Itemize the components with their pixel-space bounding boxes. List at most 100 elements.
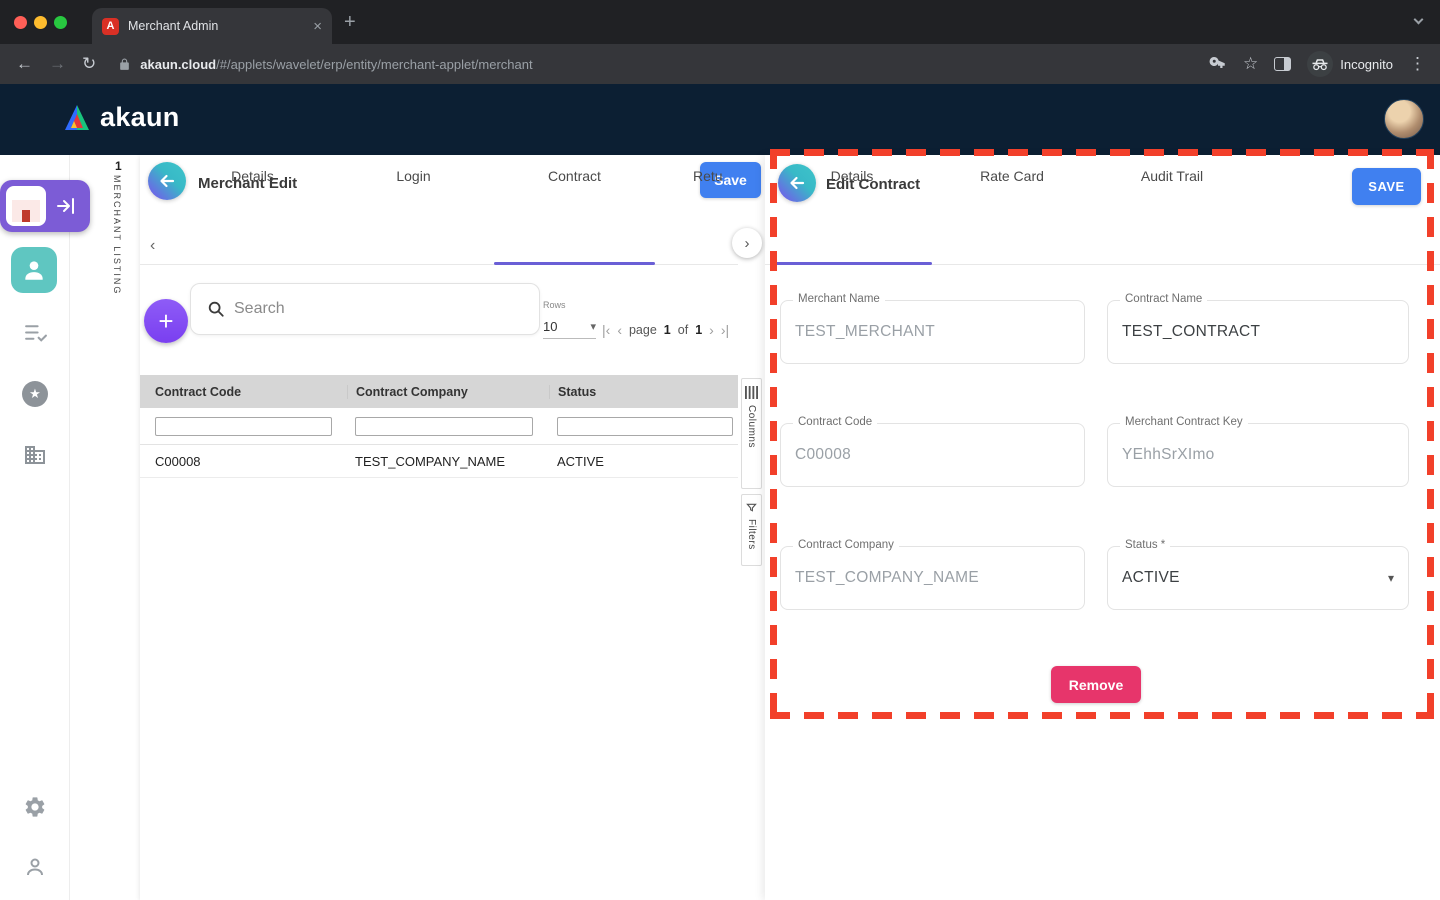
rows-caret-icon: ▾ bbox=[590, 320, 596, 333]
side-panel-icon[interactable] bbox=[1274, 57, 1291, 71]
column-header-contract-code[interactable]: Contract Code bbox=[140, 385, 347, 399]
filter-input-status[interactable] bbox=[557, 417, 733, 436]
edit-contract-panel: Edit Contract SAVE Details Rate Card Aud… bbox=[765, 155, 1440, 900]
search-input[interactable] bbox=[234, 300, 474, 318]
cell-status: ACTIVE bbox=[549, 454, 738, 469]
sidebar-item-profile[interactable] bbox=[0, 855, 70, 879]
active-tab-underline bbox=[494, 262, 655, 265]
akaun-logo[interactable]: akaun bbox=[62, 102, 180, 133]
contract-company-field: Contract Company TEST_COMPANY_NAME bbox=[780, 546, 1085, 610]
forward-icon[interactable]: → bbox=[49, 54, 66, 74]
merchant-edit-panel: Merchant Edit Save ‹ Details Login Contr… bbox=[140, 155, 765, 900]
table-filter-row bbox=[140, 408, 738, 445]
annotation-border-right bbox=[1427, 149, 1434, 719]
tab-audit-trail[interactable]: Audit Trail bbox=[1092, 155, 1252, 197]
merchant-name-field: Merchant Name TEST_MERCHANT bbox=[780, 300, 1085, 364]
browser-address-bar: ← → ↻ akaun.cloud/#/applets/wavelet/erp/… bbox=[0, 44, 1440, 84]
rows-value: 10 bbox=[543, 319, 557, 334]
filters-tool-button[interactable]: Filters bbox=[741, 494, 762, 566]
chevron-right-icon: › bbox=[745, 235, 750, 252]
tab-close-icon[interactable]: × bbox=[313, 19, 322, 34]
rows-per-page-select[interactable]: 10 ▾ bbox=[543, 315, 596, 339]
tabs-scroll-left-icon[interactable]: ‹ bbox=[150, 237, 155, 255]
passwords-key-icon[interactable] bbox=[1209, 53, 1227, 76]
address-bar-actions: ☆ Incognito ⋮ bbox=[1209, 51, 1440, 77]
breadcrumb-vertical-label: MERCHANT LISTING bbox=[112, 175, 122, 295]
tabs-scroll-right-button[interactable]: › bbox=[732, 228, 762, 258]
funnel-icon bbox=[746, 502, 757, 513]
incognito-label: Incognito bbox=[1340, 57, 1393, 72]
store-applet-icon bbox=[6, 186, 46, 226]
of-word: of bbox=[678, 323, 688, 337]
tab-login[interactable]: Login bbox=[333, 155, 494, 197]
status-dropdown-caret-icon[interactable]: ▾ bbox=[1388, 571, 1394, 585]
status-field[interactable]: Status * ACTIVE ▾ bbox=[1107, 546, 1409, 610]
lock-icon[interactable] bbox=[118, 58, 131, 71]
list-check-icon bbox=[23, 320, 48, 345]
edit-contract-tabs bbox=[765, 223, 1440, 265]
tab-title: Merchant Admin bbox=[128, 19, 304, 33]
prev-page-icon[interactable]: ‹ bbox=[617, 322, 622, 338]
gear-icon bbox=[23, 795, 47, 819]
columns-icon bbox=[745, 386, 758, 399]
merchant-name-value: TEST_MERCHANT bbox=[795, 301, 935, 363]
new-tab-button[interactable]: + bbox=[344, 11, 356, 34]
browser-menu-icon[interactable]: ⋮ bbox=[1409, 54, 1426, 74]
sidebar-item-settings[interactable] bbox=[0, 795, 70, 819]
cell-contract-company: TEST_COMPANY_NAME bbox=[347, 454, 549, 469]
next-page-icon[interactable]: › bbox=[709, 322, 714, 338]
columns-tool-button[interactable]: Columns bbox=[741, 378, 762, 489]
vertical-breadcrumb-column: 1 MERCHANT LISTING bbox=[70, 155, 140, 900]
reload-icon[interactable]: ↻ bbox=[82, 54, 96, 74]
first-page-icon[interactable]: |‹ bbox=[602, 322, 610, 338]
filter-input-contract-code[interactable] bbox=[155, 417, 332, 436]
contract-code-field: Contract Code C00008 bbox=[780, 423, 1085, 487]
merchant-contract-key-field: Merchant Contract Key YEhhSrXImo bbox=[1107, 423, 1409, 487]
window-close-button[interactable] bbox=[14, 16, 27, 29]
column-header-status[interactable]: Status bbox=[549, 385, 738, 399]
tab-contract[interactable]: Contract bbox=[494, 155, 655, 197]
window-minimize-button[interactable] bbox=[34, 16, 47, 29]
sidebar-item-merchant-user[interactable] bbox=[11, 247, 57, 293]
annotation-border-top bbox=[770, 149, 1434, 156]
contract-code-value: C00008 bbox=[795, 424, 851, 486]
breadcrumb-step-badge: 1 bbox=[115, 159, 122, 173]
contract-name-field[interactable]: Contract Name TEST_CONTRACT bbox=[1107, 300, 1409, 364]
column-header-contract-company[interactable]: Contract Company bbox=[347, 385, 549, 399]
url-path: /#/applets/wavelet/erp/entity/merchant-a… bbox=[216, 57, 533, 72]
add-contract-button[interactable]: + bbox=[144, 299, 188, 343]
sidebar-item-organization[interactable] bbox=[0, 443, 70, 467]
incognito-badge: Incognito bbox=[1307, 51, 1393, 77]
browser-tab[interactable]: A Merchant Admin × bbox=[92, 8, 332, 44]
tab-rate-card[interactable]: Rate Card bbox=[932, 155, 1092, 197]
active-tab-underline bbox=[772, 262, 932, 265]
status-value: ACTIVE bbox=[1122, 547, 1180, 609]
star-circle-icon: ★ bbox=[22, 381, 48, 407]
cell-contract-code: C00008 bbox=[140, 454, 347, 469]
tab-details[interactable]: Details bbox=[172, 155, 333, 197]
tab-returns-truncated[interactable]: Retu bbox=[655, 155, 775, 197]
last-page-icon[interactable]: ›| bbox=[721, 322, 729, 338]
sidebar-item-listing[interactable] bbox=[0, 320, 70, 345]
tab-search-chevron-icon[interactable] bbox=[1414, 15, 1424, 25]
annotation-border-left bbox=[770, 149, 777, 719]
remove-button[interactable]: Remove bbox=[1051, 666, 1141, 703]
contract-save-button[interactable]: SAVE bbox=[1352, 168, 1421, 205]
pagination: |‹ ‹ page 1 of 1 › ›| bbox=[602, 320, 729, 340]
sidebar-item-merchant-applet[interactable] bbox=[0, 180, 90, 232]
tab-contract-details[interactable]: Details bbox=[772, 155, 932, 197]
table-row[interactable]: C00008 TEST_COMPANY_NAME ACTIVE bbox=[140, 445, 738, 478]
sidebar-item-favourites[interactable]: ★ bbox=[0, 381, 70, 407]
user-avatar[interactable] bbox=[1384, 99, 1424, 139]
bookmark-star-icon[interactable]: ☆ bbox=[1243, 54, 1258, 74]
contract-name-value[interactable]: TEST_CONTRACT bbox=[1122, 301, 1260, 363]
back-icon[interactable]: ← bbox=[16, 54, 33, 74]
browser-tab-strip: A Merchant Admin × + bbox=[0, 0, 1440, 44]
app-header: akaun bbox=[0, 84, 1440, 155]
rows-label: Rows bbox=[543, 300, 566, 310]
screen: A Merchant Admin × + ← → ↻ akaun.cloud/#… bbox=[0, 0, 1440, 900]
window-zoom-button[interactable] bbox=[54, 16, 67, 29]
filter-input-contract-company[interactable] bbox=[355, 417, 533, 436]
url-text[interactable]: akaun.cloud/#/applets/wavelet/erp/entity… bbox=[140, 57, 532, 72]
merchant-contract-key-value: YEhhSrXImo bbox=[1122, 424, 1215, 486]
